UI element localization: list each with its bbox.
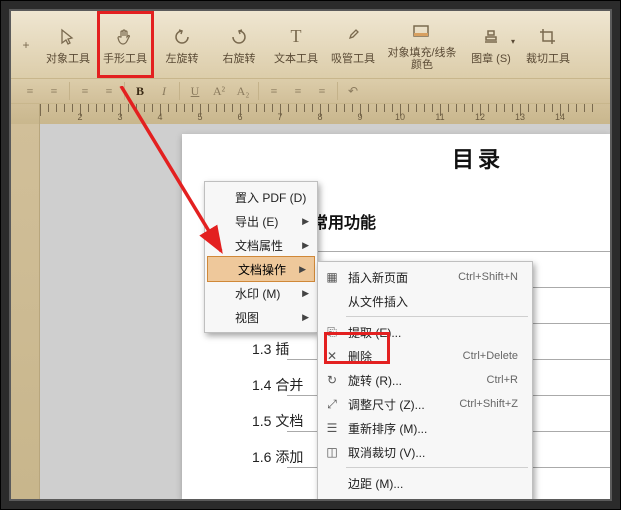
shortcut-label: Ctrl+Shift+Z (459, 398, 518, 410)
bold-button[interactable]: B (131, 83, 149, 99)
tool-label: 对象填充/线条颜色 (382, 47, 462, 71)
italic-button[interactable]: I (155, 83, 173, 99)
menu-item[interactable]: 从文件插入 (318, 289, 532, 313)
main-toolbar: + 对象工具 手形工具 左旋转 右旋转 T 文本工具 吸管工具 对象填充/线条颜 (11, 11, 610, 79)
chevron-right-icon: ▶ (302, 240, 309, 251)
fill-icon (410, 19, 434, 43)
subscript-button[interactable]: A₂ (234, 83, 252, 99)
menu-item[interactable]: 调整尺寸 (Z)...⤢Ctrl+Shift+Z (318, 392, 532, 416)
list-icon[interactable]: ≡ (289, 83, 307, 99)
list-icon[interactable]: ≡ (265, 83, 283, 99)
tool-crop[interactable]: 裁切工具 (520, 11, 577, 78)
chevron-down-icon: ▾ (511, 37, 515, 46)
menu-item[interactable]: 水印 (M)▶ (205, 281, 317, 305)
toc-item: 1.3 插 (252, 339, 289, 359)
list-icon[interactable]: ≡ (313, 83, 331, 99)
menu-item[interactable]: 重新排序 (M)...☰ (318, 416, 532, 440)
menu-item[interactable]: 导出 (E)▶ (205, 209, 317, 233)
menu-item[interactable]: 置入 PDF (D) (205, 185, 317, 209)
tool-label: 吸管工具 (331, 53, 375, 65)
page-title: 目录 (452, 142, 504, 174)
align-center-icon[interactable]: ≡ (45, 83, 63, 99)
toc-item: 1.4 合并 (252, 375, 303, 395)
text-icon: T (284, 25, 308, 49)
chevron-right-icon: ▶ (299, 264, 306, 275)
toc-item: 1.5 文档 (252, 411, 303, 431)
horizontal-ruler: 234567891011121314 (40, 104, 610, 126)
align-left-icon[interactable]: ≡ (21, 83, 39, 99)
rotate-left-icon (170, 25, 194, 49)
plus-icon: + (14, 33, 38, 57)
tool-text[interactable]: T 文本工具 (268, 11, 325, 78)
menu-item[interactable]: 提取 (E)...⎘ (318, 320, 532, 344)
resize-icon: ⤢ (324, 396, 340, 412)
pointer-icon (56, 25, 80, 49)
page-divider (287, 251, 610, 252)
chevron-right-icon: ▶ (302, 216, 309, 227)
tool-add[interactable]: + (13, 11, 40, 78)
vertical-ruler (11, 124, 40, 499)
toc-item: 1.6 添加 (252, 447, 303, 467)
crop-icon (536, 25, 560, 49)
tool-label: 手形工具 (103, 53, 147, 65)
rotate-icon: ↻ (324, 372, 340, 388)
menu-item[interactable]: 插入新页面▦Ctrl+Shift+N (318, 265, 532, 289)
menu-item[interactable]: 删除✕Ctrl+Delete (318, 344, 532, 368)
tool-label: 右旋转 (223, 53, 256, 65)
chevron-right-icon: ▶ (302, 312, 309, 323)
window-frame: + 对象工具 手形工具 左旋转 右旋转 T 文本工具 吸管工具 对象填充/线条颜 (9, 9, 612, 501)
page-section: 常用功能 (312, 209, 376, 233)
ruler-corner (11, 104, 40, 126)
app-window: + 对象工具 手形工具 左旋转 右旋转 T 文本工具 吸管工具 对象填充/线条颜 (0, 0, 621, 510)
shortcut-label: Ctrl+Delete (463, 350, 518, 362)
submenu: 插入新页面▦Ctrl+Shift+N从文件插入提取 (E)...⎘删除✕Ctrl… (317, 261, 533, 501)
dropper-icon (341, 25, 365, 49)
menu-separator (346, 467, 528, 468)
underline-button[interactable]: U (186, 83, 204, 99)
tool-object[interactable]: 对象工具 (40, 11, 97, 78)
tool-dropper[interactable]: 吸管工具 (325, 11, 382, 78)
delete-icon: ✕ (324, 348, 340, 364)
menu-item[interactable]: 边距 (M)... (318, 471, 532, 495)
align-icon[interactable]: ≡ (76, 83, 94, 99)
rotate-right-icon (227, 25, 251, 49)
tool-label: 左旋转 (166, 53, 199, 65)
stamp-icon (479, 25, 503, 49)
chevron-right-icon: ▶ (302, 288, 309, 299)
tool-fill[interactable]: 对象填充/线条颜色 (382, 11, 463, 78)
shortcut-label: Ctrl+R (487, 374, 518, 386)
menu-item[interactable]: 取消裁切 (V)...◫ (318, 440, 532, 464)
menu-separator (346, 316, 528, 317)
menu-item[interactable]: 文档操作▶ (207, 256, 315, 282)
menu-item[interactable]: 视图▶ (205, 305, 317, 329)
tool-label: 文本工具 (274, 53, 318, 65)
reorder-icon: ☰ (324, 420, 340, 436)
tool-label: 对象工具 (46, 53, 90, 65)
uncrop-icon: ◫ (324, 444, 340, 460)
align-icon[interactable]: ≡ (100, 83, 118, 99)
page-add-icon: ▦ (324, 269, 340, 285)
undo-icon[interactable]: ↶ (344, 83, 362, 99)
tool-rotate-right[interactable]: 右旋转 (211, 11, 268, 78)
hand-icon (113, 25, 137, 49)
tool-stamp[interactable]: 图章 (S) ▾ (463, 11, 520, 78)
format-toolbar: ≡ ≡ ≡ ≡ B I U A² A₂ ≡ ≡ ≡ ↶ (11, 79, 610, 104)
shortcut-label: Ctrl+Shift+N (458, 271, 518, 283)
menu-item[interactable]: 旋转 (R)...↻Ctrl+R (318, 368, 532, 392)
extract-icon: ⎘ (324, 324, 340, 340)
tool-label: 裁切工具 (526, 53, 570, 65)
tool-rotate-left[interactable]: 左旋转 (154, 11, 211, 78)
superscript-button[interactable]: A² (210, 83, 228, 99)
menu-item[interactable]: 标签 (L)... (318, 495, 532, 501)
menu-item[interactable]: 文档属性▶ (205, 233, 317, 257)
tool-label: 图章 (S) (471, 53, 511, 65)
context-menu: 置入 PDF (D)导出 (E)▶文档属性▶文档操作▶水印 (M)▶视图▶ (204, 181, 318, 333)
tool-hand[interactable]: 手形工具 (97, 11, 154, 78)
